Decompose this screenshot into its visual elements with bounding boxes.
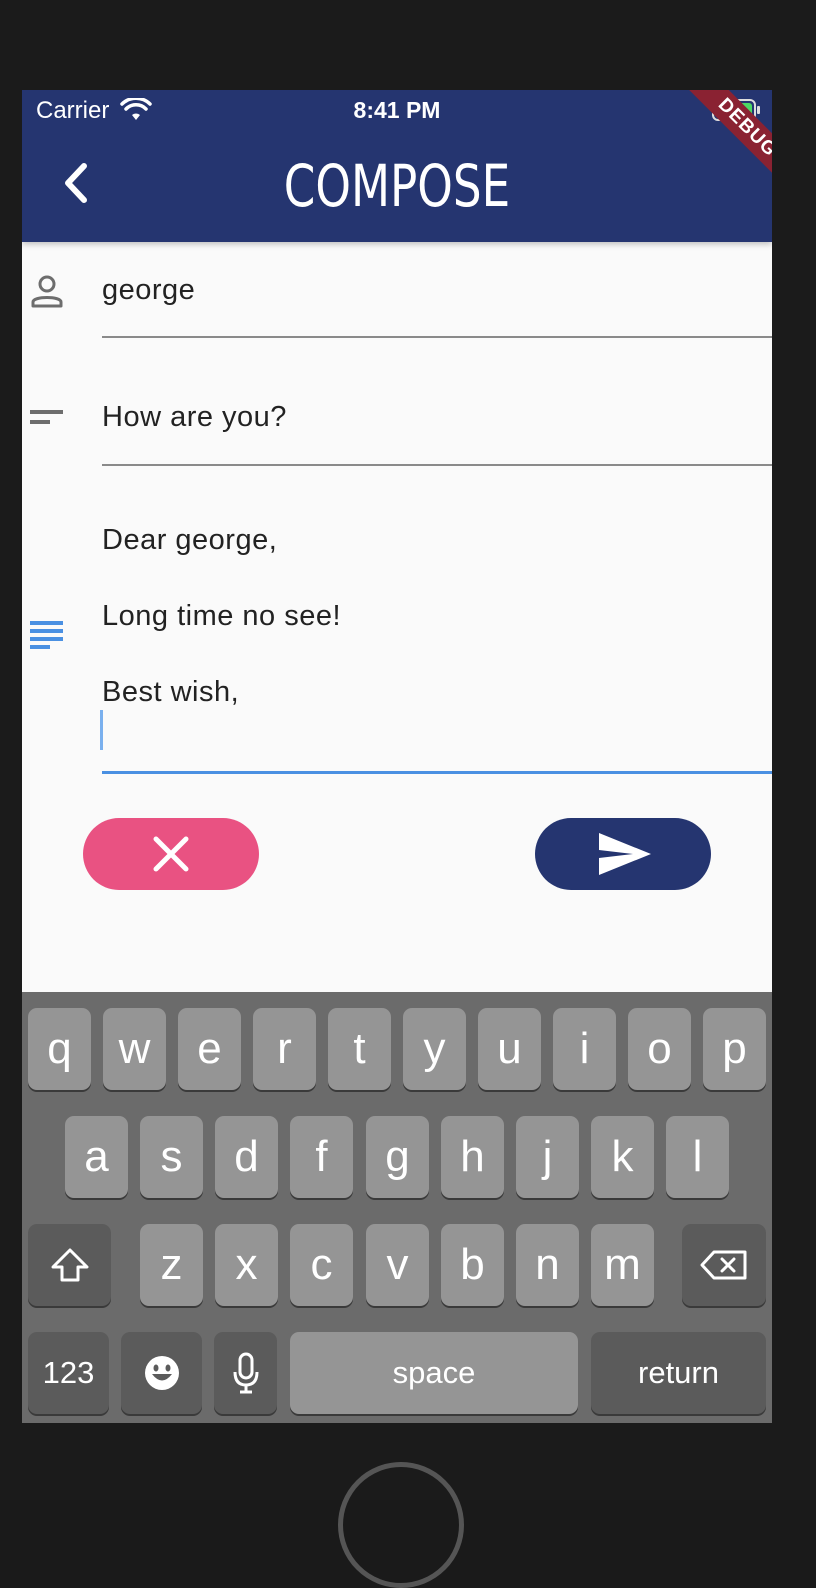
key-b[interactable]: b [441,1224,504,1306]
backspace-icon [700,1250,747,1280]
key-n[interactable]: n [516,1224,579,1306]
send-button[interactable] [535,818,711,890]
key-w[interactable]: w [103,1008,166,1090]
status-time: 8:41 PM [353,97,441,123]
home-button[interactable] [338,1462,464,1588]
key-v[interactable]: v [366,1224,429,1306]
body-line: Best wish, [102,676,240,708]
person-icon [31,275,63,308]
numbers-key[interactable]: 123 [28,1332,109,1414]
send-icon [599,833,651,875]
key-g[interactable]: g [366,1116,429,1198]
key-t[interactable]: t [328,1008,391,1090]
key-s[interactable]: s [140,1116,203,1198]
key-c[interactable]: c [290,1224,353,1306]
chevron-left-icon [65,163,87,203]
body-underline [102,771,772,774]
key-q[interactable]: q [28,1008,91,1090]
key-e[interactable]: e [178,1008,241,1090]
key-d[interactable]: d [215,1116,278,1198]
microphone-icon [233,1352,258,1394]
backspace-key[interactable] [682,1224,766,1306]
notes-icon [30,621,63,649]
cancel-button[interactable] [83,818,259,890]
app-bar: Carrier 8:41 PM DEBUG COMPOSE [22,90,772,242]
microphone-key[interactable] [214,1332,277,1414]
recipient-field[interactable]: george [102,274,772,307]
key-l[interactable]: l [666,1116,729,1198]
key-u[interactable]: u [478,1008,541,1090]
key-k[interactable]: k [591,1116,654,1198]
emoji-key[interactable] [121,1332,202,1414]
body-line: Dear george, [102,524,278,556]
key-x[interactable]: x [215,1224,278,1306]
back-button[interactable] [52,158,102,208]
phone-screen: Carrier 8:41 PM DEBUG COMPOSE george How… [22,90,772,1423]
key-o[interactable]: o [628,1008,691,1090]
key-j[interactable]: j [516,1116,579,1198]
space-key[interactable]: space [290,1332,578,1414]
close-icon [153,836,189,872]
key-a[interactable]: a [65,1116,128,1198]
key-r[interactable]: r [253,1008,316,1090]
return-key[interactable]: return [591,1332,766,1414]
emoji-icon [144,1356,179,1390]
key-y[interactable]: y [403,1008,466,1090]
short-text-icon [30,410,63,424]
recipient-underline [102,336,772,338]
key-m[interactable]: m [591,1224,654,1306]
shift-key[interactable] [28,1224,111,1306]
key-f[interactable]: f [290,1116,353,1198]
keyboard: q w e r t y u i o p a s d f g h j k l z … [22,992,772,1423]
key-z[interactable]: z [140,1224,203,1306]
page-title: COMPOSE [283,152,511,220]
key-h[interactable]: h [441,1116,504,1198]
key-i[interactable]: i [553,1008,616,1090]
text-cursor [100,710,103,750]
body-line: Long time no see! [102,600,342,632]
subject-field[interactable]: How are you? [102,401,772,434]
shift-icon [51,1248,88,1282]
key-p[interactable]: p [703,1008,766,1090]
subject-underline [102,464,772,466]
